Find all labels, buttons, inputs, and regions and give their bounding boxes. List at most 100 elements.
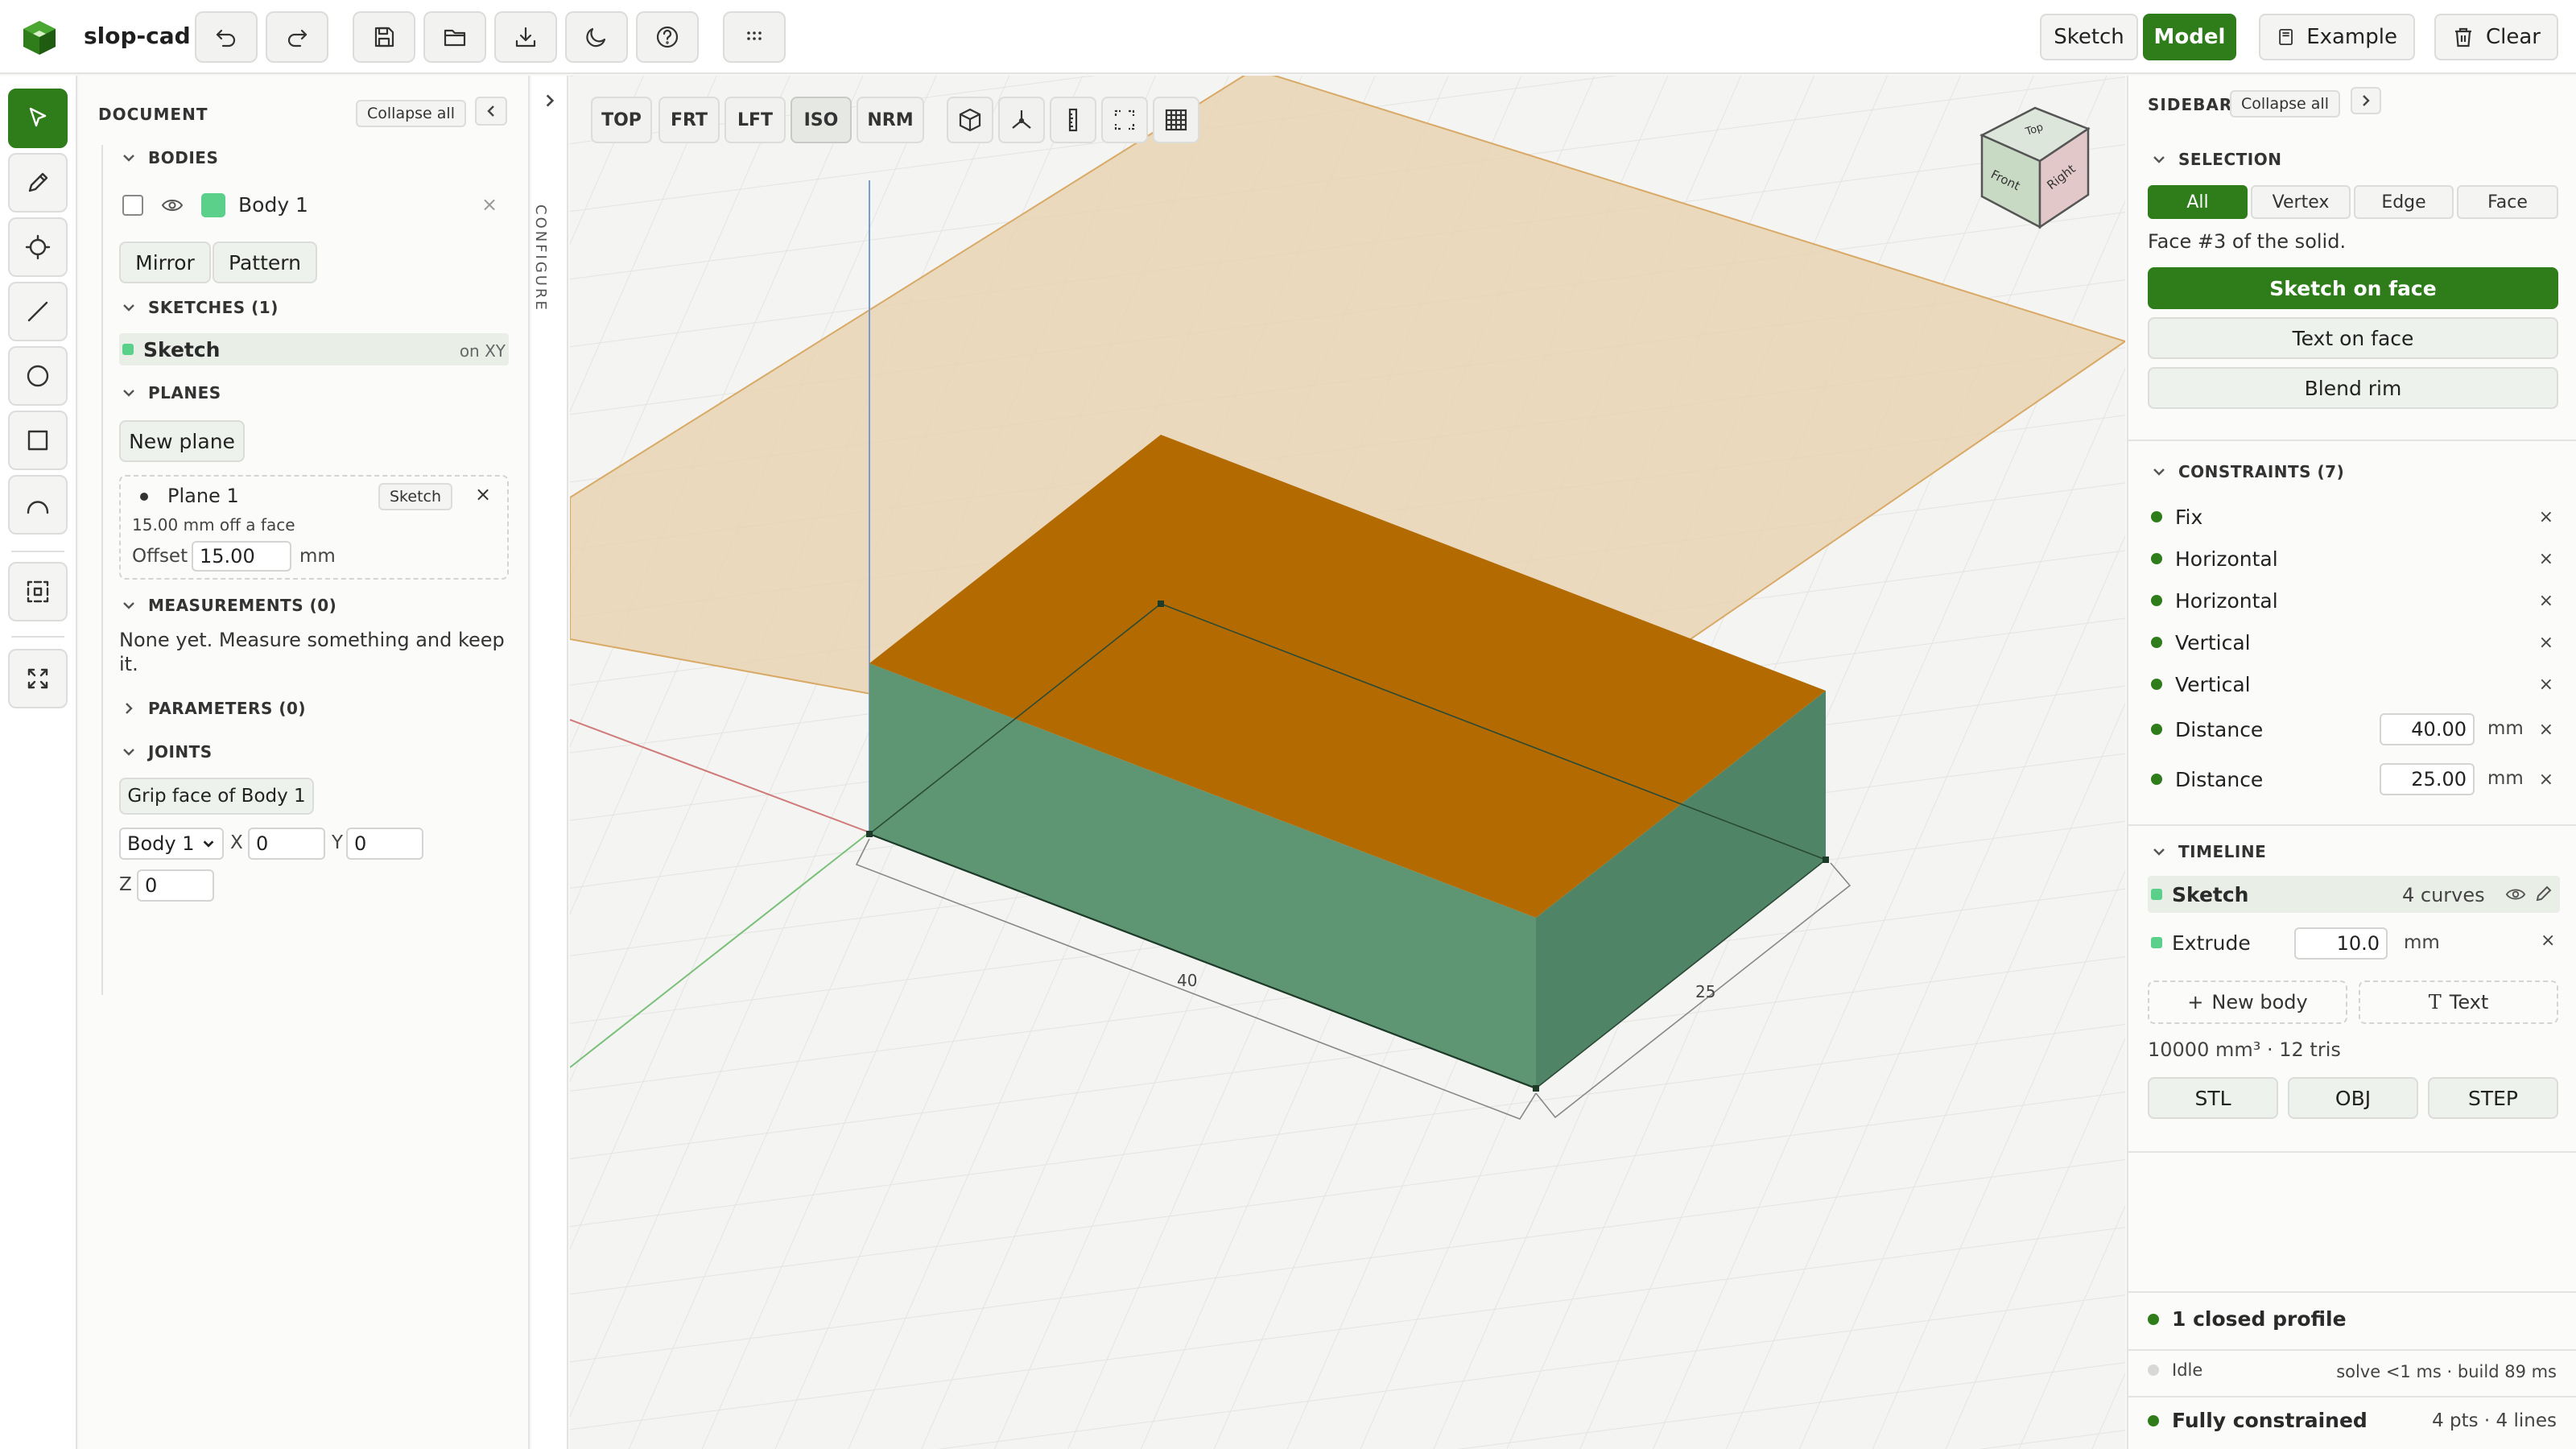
chevron-right-icon[interactable]	[541, 92, 559, 109]
export-step-button[interactable]: STEP	[2428, 1077, 2558, 1119]
measure-tool-button[interactable]	[1050, 97, 1096, 143]
joint-y-input[interactable]	[346, 828, 423, 860]
line-tool-button[interactable]	[8, 282, 68, 341]
blend-rim-button[interactable]: Blend rim	[2148, 367, 2558, 409]
help-button[interactable]	[636, 11, 699, 63]
joints-section-header[interactable]: JOINTS	[121, 742, 213, 762]
open-button[interactable]	[423, 11, 486, 63]
constraint-row[interactable]: Vertical ×	[2151, 626, 2553, 658]
mirror-button[interactable]: Mirror	[119, 242, 211, 283]
constraint-delete-icon[interactable]: ×	[2539, 549, 2553, 569]
constraint-row[interactable]: Distance mm ×	[2151, 713, 2553, 745]
theme-toggle-button[interactable]	[565, 11, 628, 63]
planes-section-header[interactable]: PLANES	[121, 383, 221, 402]
distance-value-input[interactable]	[2380, 763, 2475, 795]
pattern-button[interactable]: Pattern	[213, 242, 317, 283]
distance-value-input[interactable]	[2380, 713, 2475, 745]
filter-edge-button[interactable]: Edge	[2354, 185, 2454, 219]
constraint-row[interactable]: Distance mm ×	[2151, 763, 2553, 795]
grip-face-button[interactable]: Grip face of Body 1	[119, 778, 314, 815]
constraint-delete-icon[interactable]: ×	[2539, 770, 2553, 790]
view-left-button[interactable]: LFT	[724, 97, 786, 143]
constraint-delete-icon[interactable]: ×	[2539, 675, 2553, 695]
vertex-point[interactable]	[866, 831, 873, 837]
export-obj-button[interactable]: OBJ	[2288, 1077, 2418, 1119]
collapse-panel-button[interactable]	[475, 97, 507, 126]
bodies-section-header[interactable]: BODIES	[121, 148, 218, 167]
text-on-face-button[interactable]: Text on face	[2148, 317, 2558, 359]
configure-strip[interactable]: CONFIGURE	[531, 76, 568, 1449]
sketch-row[interactable]: Sketch on XY	[119, 333, 509, 365]
collapse-all-button[interactable]: Collapse all	[356, 100, 466, 127]
selection-section-header[interactable]: SELECTION	[2151, 150, 2281, 169]
apps-grid-button[interactable]	[723, 11, 786, 63]
constraint-row[interactable]: Horizontal ×	[2151, 543, 2553, 575]
sidebar-collapse-button[interactable]	[2351, 87, 2381, 114]
eye-icon[interactable]	[2505, 886, 2526, 903]
eye-icon[interactable]	[161, 196, 184, 214]
constraint-delete-icon[interactable]: ×	[2539, 720, 2553, 740]
axes-toggle-button[interactable]	[998, 97, 1045, 143]
constraint-row[interactable]: Horizontal ×	[2151, 584, 2553, 617]
joint-body-select[interactable]: Body 1	[119, 828, 224, 860]
new-plane-button[interactable]: New plane	[119, 420, 245, 462]
extrude-depth-input[interactable]	[2294, 927, 2388, 960]
fit-view-button[interactable]	[8, 649, 68, 708]
save-button[interactable]	[353, 11, 415, 63]
download-button[interactable]	[494, 11, 557, 63]
filter-vertex-button[interactable]: Vertex	[2251, 185, 2351, 219]
grid-toggle-button[interactable]	[1153, 97, 1199, 143]
view-normal-button[interactable]: NRM	[857, 97, 924, 143]
circle-tool-button[interactable]	[8, 346, 68, 406]
perspective-toggle-button[interactable]	[947, 97, 993, 143]
timeline-extrude-row[interactable]: Extrude mm ×	[2148, 924, 2560, 961]
select-tool-button[interactable]	[8, 89, 68, 148]
measurements-section-header[interactable]: MEASUREMENTS (0)	[121, 596, 336, 615]
clear-button[interactable]: Clear	[2434, 14, 2558, 60]
plane-sketch-button[interactable]: Sketch	[378, 483, 453, 510]
joint-x-input[interactable]	[248, 828, 325, 860]
timeline-sketch-row[interactable]: Sketch 4 curves	[2148, 876, 2560, 913]
timeline-section-header[interactable]: TIMELINE	[2151, 842, 2266, 861]
redo-button[interactable]	[266, 11, 328, 63]
offset-input[interactable]	[192, 541, 291, 572]
joint-z-input[interactable]	[137, 869, 214, 902]
rectangle-tool-button[interactable]	[8, 411, 68, 470]
vertex-point[interactable]	[1823, 857, 1829, 863]
filter-all-button[interactable]: All	[2148, 185, 2248, 219]
extrude-delete-icon[interactable]: ×	[2541, 931, 2555, 951]
pencil-tool-button[interactable]	[8, 153, 68, 213]
constraint-row[interactable]: Vertical ×	[2151, 668, 2553, 700]
new-body-button[interactable]: + New body	[2148, 980, 2347, 1024]
frame-selection-button[interactable]	[1101, 97, 1148, 143]
example-button[interactable]: Example	[2259, 14, 2415, 60]
view-cube[interactable]: Top Front Right	[1971, 100, 2099, 237]
region-select-tool-button[interactable]	[8, 562, 68, 621]
constraint-delete-icon[interactable]: ×	[2539, 507, 2553, 527]
body-color-swatch[interactable]	[201, 193, 225, 217]
mode-model-button[interactable]: Model	[2143, 14, 2236, 60]
filter-face-button[interactable]: Face	[2457, 185, 2558, 219]
view-iso-button[interactable]: ISO	[791, 97, 852, 143]
width-dimension-label[interactable]: 25	[1695, 982, 1715, 1001]
length-dimension-label[interactable]: 40	[1177, 971, 1197, 990]
vertex-point[interactable]	[1158, 601, 1164, 607]
constraint-delete-icon[interactable]: ×	[2539, 591, 2553, 611]
point-tool-button[interactable]	[8, 217, 68, 277]
plane-delete-icon[interactable]: ×	[475, 483, 491, 506]
sketches-section-header[interactable]: SKETCHES (1)	[121, 298, 279, 317]
sketch-on-face-button[interactable]: Sketch on face	[2148, 267, 2558, 309]
undo-button[interactable]	[195, 11, 258, 63]
mode-sketch-button[interactable]: Sketch	[2040, 14, 2138, 60]
view-top-button[interactable]: TOP	[591, 97, 652, 143]
3d-viewport[interactable]: 40 25 TOP FRT LFT ISO NRM Top Front Righ…	[570, 76, 2125, 1449]
constraints-section-header[interactable]: CONSTRAINTS (7)	[2151, 462, 2344, 481]
export-stl-button[interactable]: STL	[2148, 1077, 2278, 1119]
constraint-delete-icon[interactable]: ×	[2539, 633, 2553, 653]
body-delete-icon[interactable]: ×	[481, 193, 497, 216]
view-front-button[interactable]: FRT	[658, 97, 720, 143]
arc-tool-button[interactable]	[8, 475, 68, 535]
parameters-section-header[interactable]: PARAMETERS (0)	[121, 699, 306, 718]
vertex-point[interactable]	[1533, 1085, 1539, 1092]
body-checkbox[interactable]	[122, 195, 143, 216]
